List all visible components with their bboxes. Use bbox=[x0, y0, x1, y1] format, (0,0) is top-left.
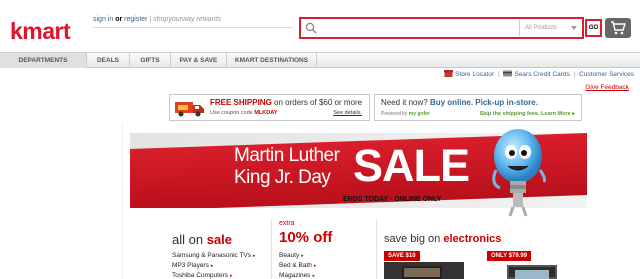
only-price-badge: ONLY $79.99 bbox=[487, 251, 532, 261]
account-links: sign in or register | shopyourway reward… bbox=[93, 16, 221, 23]
sale-list: Samsung & Panasonic TVs ▸ MP3 Players ▸ To… bbox=[172, 251, 256, 279]
nav-deals[interactable]: DEALS bbox=[87, 53, 130, 68]
extra-text: extra bbox=[279, 220, 295, 227]
arrow-right-icon: ▸ bbox=[312, 273, 315, 279]
pickup-question: Need it now? bbox=[381, 98, 428, 107]
utility-links: Store Locator | Sears Credit Cards | Cus… bbox=[444, 70, 634, 78]
nav-pay-save[interactable]: PAY & SAVE bbox=[171, 53, 227, 68]
sale-list-item-label: Toshiba Computers bbox=[172, 272, 228, 279]
product-thumbnail[interactable] bbox=[487, 262, 582, 279]
electronics-word: electronics bbox=[443, 233, 502, 245]
free-shipping-banner[interactable]: FREE SHIPPING on orders of $60 or more U… bbox=[169, 94, 370, 121]
store-icon bbox=[444, 70, 454, 77]
free-shipping-bold: FREE SHIPPING bbox=[210, 98, 272, 107]
section-divider bbox=[376, 220, 377, 279]
all-on-text: all on bbox=[172, 232, 204, 247]
arrow-right-icon: ▸ bbox=[313, 263, 317, 269]
see-details-link[interactable]: See details. bbox=[333, 110, 362, 116]
search-input[interactable] bbox=[321, 21, 515, 35]
off-list-item-label: Beauty bbox=[279, 252, 300, 259]
free-shipping-title: FREE SHIPPING on orders of $60 or more bbox=[210, 98, 362, 107]
credit-card-icon bbox=[503, 70, 513, 77]
register-link[interactable]: register bbox=[124, 16, 147, 23]
off-list-item[interactable]: Beauty ▸ bbox=[279, 251, 316, 261]
store-locator-link[interactable]: Store Locator bbox=[455, 71, 494, 78]
search-go-button[interactable]: GO bbox=[585, 19, 602, 37]
kmart-home-page: kmart sign in or register | shopyourway … bbox=[0, 0, 640, 279]
header-divider bbox=[93, 27, 293, 28]
powered-by: Powered by my gofer bbox=[381, 111, 430, 117]
powered-by-prefix: Powered by bbox=[381, 111, 408, 117]
sale-word: sale bbox=[206, 232, 233, 247]
hero-sale-text: SALE bbox=[353, 140, 470, 191]
mygofer-logo: my gofer bbox=[408, 111, 430, 117]
free-shipping-rest: on orders of $60 or more bbox=[274, 98, 363, 107]
coupon-code: MLKDAY bbox=[254, 110, 278, 116]
or-text: or bbox=[115, 16, 123, 23]
sign-in-link[interactable]: sign in bbox=[93, 16, 113, 23]
arrow-right-icon: ▸ bbox=[210, 263, 214, 269]
nav-gifts[interactable]: GIFTS bbox=[130, 53, 171, 68]
coupon-text: Use coupon code MLKDAY bbox=[210, 110, 277, 116]
arrow-right-icon: ▸ bbox=[253, 253, 256, 259]
sale-list-item[interactable]: Toshiba Computers ▸ bbox=[172, 271, 256, 279]
off-list: Beauty ▸ Bed & Bath ▸ Magazines ▸ bbox=[279, 251, 316, 279]
lightbulb-mascot-icon bbox=[492, 129, 546, 217]
search-icon bbox=[305, 22, 317, 34]
save-10-badge: SAVE $10 bbox=[384, 251, 420, 261]
cart-button[interactable] bbox=[605, 18, 631, 38]
hero-title-line2: King Jr. Day bbox=[234, 167, 331, 188]
kmart-logo[interactable]: kmart bbox=[10, 18, 71, 45]
pickup-title: Need it now? Buy online. Pick-up in-stor… bbox=[381, 98, 538, 107]
off-list-item-label: Bed & Bath bbox=[279, 262, 312, 269]
pickup-banner[interactable]: Need it now? Buy online. Pick-up in-stor… bbox=[374, 94, 582, 121]
sale-list-item-label: Samsung & Panasonic TVs bbox=[172, 252, 252, 259]
rewards-link[interactable]: | shopyourway rewards bbox=[149, 16, 221, 23]
sale-list-item-label: MP3 Players bbox=[172, 262, 209, 269]
pickup-bold: Buy online. Pick-up in-store. bbox=[429, 98, 538, 107]
category-select[interactable]: All Products bbox=[519, 20, 581, 36]
cart-icon bbox=[611, 21, 626, 35]
nav-kmart-destinations[interactable]: KMART DESTINATIONS bbox=[227, 53, 317, 68]
product-image bbox=[402, 266, 442, 279]
electronics-heading: save big on electronics bbox=[384, 233, 501, 245]
save-big-text: save big on bbox=[384, 233, 441, 245]
section-divider bbox=[271, 220, 272, 279]
hero-ends-text: ENDS TODAY - ONLINE ONLY bbox=[343, 196, 442, 203]
digital-frame-image bbox=[507, 265, 557, 279]
search-bar: All Products bbox=[299, 17, 584, 39]
give-feedback-link[interactable]: Give Feedback bbox=[585, 84, 629, 91]
sale-list-item[interactable]: Samsung & Panasonic TVs ▸ bbox=[172, 251, 256, 261]
coupon-prefix: Use coupon code bbox=[210, 110, 253, 116]
category-select-value: All Products bbox=[525, 25, 558, 31]
customer-services-link[interactable]: Customer Services bbox=[579, 71, 634, 78]
main-nav: DEPARTMENTS DEALS GIFTS PAY & SAVE KMART… bbox=[0, 52, 640, 68]
ten-percent-off-heading: 10% off bbox=[279, 229, 333, 246]
off-list-item[interactable]: Bed & Bath ▸ bbox=[279, 261, 316, 271]
off-list-item-label: Magazines bbox=[279, 272, 311, 279]
truck-icon bbox=[175, 102, 204, 117]
arrow-right-icon: ▸ bbox=[230, 273, 233, 279]
nav-departments[interactable]: DEPARTMENTS bbox=[0, 53, 87, 68]
product-thumbnail[interactable] bbox=[384, 262, 464, 279]
hero-title-line1: Martin Luther bbox=[234, 145, 340, 166]
sale-list-item[interactable]: MP3 Players ▸ bbox=[172, 261, 256, 271]
all-on-sale-heading: all on sale bbox=[172, 232, 232, 247]
chevron-down-icon bbox=[571, 26, 577, 30]
off-list-item[interactable]: Magazines ▸ bbox=[279, 271, 316, 279]
credit-cards-link[interactable]: Sears Credit Cards bbox=[514, 71, 569, 78]
arrow-right-icon: ▸ bbox=[301, 253, 304, 259]
learn-more-link[interactable]: Skip the shipping fees. Learn More ▸ bbox=[480, 111, 575, 117]
